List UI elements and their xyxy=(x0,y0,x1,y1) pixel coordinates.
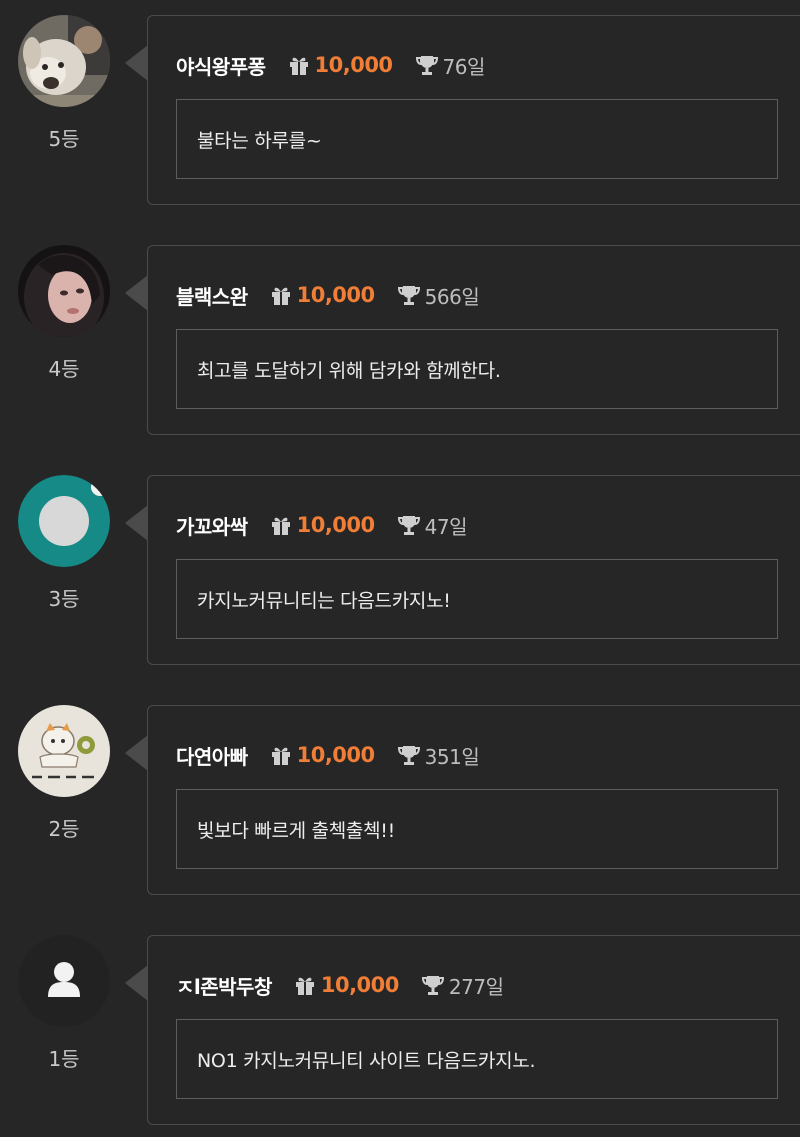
message-box: NO1 카지노커뮤니티 사이트 다음드카지노. xyxy=(176,1019,778,1099)
comment-card: 다연아빠 10,000 351일 빛보다 빠르게 출첵출첵!! xyxy=(147,705,800,895)
card-header: ㅈl존박두창 10,000 277일 xyxy=(176,970,504,1000)
attendance-days: 277일 xyxy=(448,974,504,999)
gift-icon xyxy=(288,54,310,76)
rank-label: 5등 xyxy=(48,127,80,151)
message-text: 최고를 도달하기 위해 담카와 함께한다. xyxy=(197,359,501,382)
attendance-days: 351일 xyxy=(424,744,480,769)
card-pointer xyxy=(125,965,148,1001)
message-text: 카지노커뮤니티는 다음드카지노! xyxy=(197,589,451,612)
avatar[interactable] xyxy=(18,935,110,1027)
attendance-entry: 4등 블랙스완 10,000 566일 최고를 도달하기 위해 담카와 함께한다… xyxy=(0,245,800,437)
attendance-entry: 2등 다연아빠 10,000 351일 빛보다 빠르게 출첵출첵!! xyxy=(0,705,800,897)
message-text: 빛보다 빠르게 출첵출첵!! xyxy=(197,819,395,842)
comment-card: 야식왕푸퐁 10,000 76일 불타는 하루를~ xyxy=(147,15,800,205)
attendance-days: 566일 xyxy=(424,284,480,309)
avatar[interactable] xyxy=(18,15,110,107)
card-header: 야식왕푸퐁 10,000 76일 xyxy=(176,50,485,80)
message-text: NO1 카지노커뮤니티 사이트 다음드카지노. xyxy=(197,1049,536,1072)
card-pointer xyxy=(125,275,148,311)
attendance-entry: 1등 ㅈl존박두창 10,000 277일 NO1 카지노커뮤니티 사이트 다음… xyxy=(0,935,800,1127)
gift-icon xyxy=(270,744,292,766)
nickname[interactable]: ㅈl존박두창 xyxy=(176,971,272,1000)
trophy-icon xyxy=(415,53,439,77)
gift-icon xyxy=(294,974,316,996)
nickname[interactable]: 야식왕푸퐁 xyxy=(176,51,266,80)
comment-card: ㅈl존박두창 10,000 277일 NO1 카지노커뮤니티 사이트 다음드카지… xyxy=(147,935,800,1125)
attendance-days: 76일 xyxy=(442,54,486,79)
rank-label: 3등 xyxy=(48,587,80,611)
trophy-icon xyxy=(397,743,421,767)
trophy-icon xyxy=(421,973,445,997)
message-box: 빛보다 빠르게 출첵출첵!! xyxy=(176,789,778,869)
points-value: 10,000 xyxy=(296,283,376,307)
card-pointer xyxy=(125,45,148,81)
comment-card: 가꼬와싹 10,000 47일 카지노커뮤니티는 다음드카지노! xyxy=(147,475,800,665)
message-box: 불타는 하루를~ xyxy=(176,99,778,179)
rank-label: 1등 xyxy=(48,1047,80,1071)
trophy-icon xyxy=(397,283,421,307)
points-value: 10,000 xyxy=(320,973,400,997)
nickname[interactable]: 블랙스완 xyxy=(176,281,248,310)
card-header: 다연아빠 10,000 351일 xyxy=(176,740,480,770)
points-value: 10,000 xyxy=(296,513,376,537)
points-value: 10,000 xyxy=(296,743,376,767)
avatar[interactable] xyxy=(18,245,110,337)
card-header: 가꼬와싹 10,000 47일 xyxy=(176,510,468,540)
avatar[interactable] xyxy=(18,475,110,567)
rank-label: 2등 xyxy=(48,817,80,841)
card-pointer xyxy=(125,735,148,771)
gift-icon xyxy=(270,514,292,536)
points-value: 10,000 xyxy=(314,53,394,77)
message-box: 카지노커뮤니티는 다음드카지노! xyxy=(176,559,778,639)
rank-label: 4등 xyxy=(48,357,80,381)
card-pointer xyxy=(125,505,148,541)
attendance-entry: 5등 야식왕푸퐁 10,000 76일 불타는 하루를~ xyxy=(0,15,800,207)
message-box: 최고를 도달하기 위해 담카와 함께한다. xyxy=(176,329,778,409)
avatar[interactable] xyxy=(18,705,110,797)
nickname[interactable]: 가꼬와싹 xyxy=(176,511,248,540)
attendance-entry: 3등 가꼬와싹 10,000 47일 카지노커뮤니티는 다음드카지노! xyxy=(0,475,800,667)
trophy-icon xyxy=(397,513,421,537)
attendance-days: 47일 xyxy=(424,514,468,539)
gift-icon xyxy=(270,284,292,306)
nickname[interactable]: 다연아빠 xyxy=(176,741,248,770)
message-text: 불타는 하루를~ xyxy=(197,129,322,152)
card-header: 블랙스완 10,000 566일 xyxy=(176,280,480,310)
comment-card: 블랙스완 10,000 566일 최고를 도달하기 위해 담카와 함께한다. xyxy=(147,245,800,435)
